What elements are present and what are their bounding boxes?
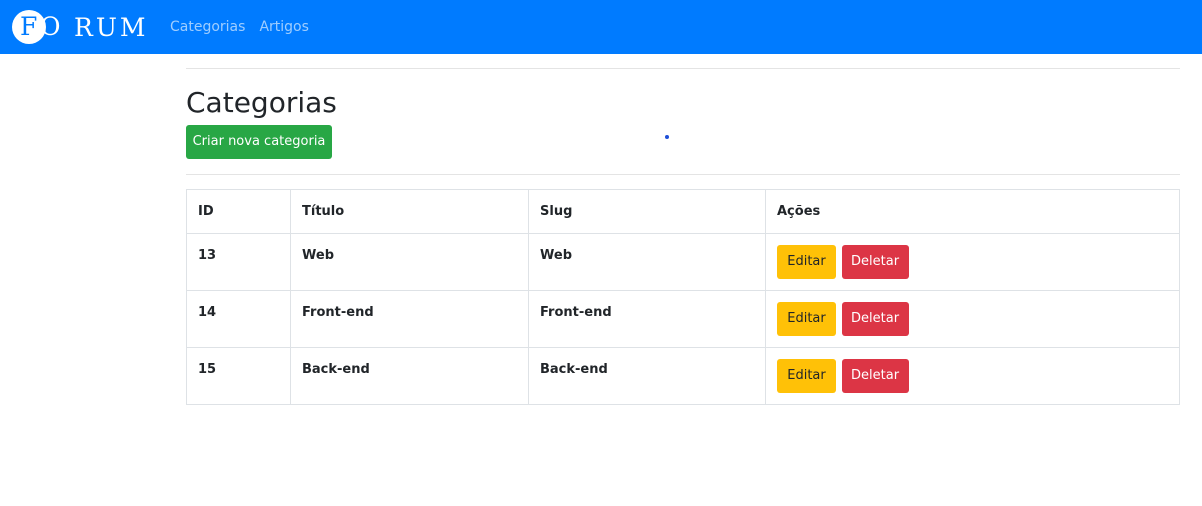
edit-button[interactable]: Editar xyxy=(777,359,836,393)
page-title: Categorias xyxy=(186,86,337,119)
logo-letter-f: F xyxy=(20,12,41,41)
edit-button[interactable]: Editar xyxy=(777,245,836,279)
nav-link-artigos[interactable]: Artigos xyxy=(259,17,308,37)
cell-actions: Editar Deletar xyxy=(765,290,1180,348)
section-divider xyxy=(186,174,1180,175)
nav-link-categorias[interactable]: Categorias xyxy=(170,17,245,37)
cell-actions: Editar Deletar xyxy=(765,233,1180,291)
nav-links: Categorias Artigos xyxy=(170,17,323,37)
header-title: Título xyxy=(290,189,529,234)
header-slug: Slug xyxy=(528,189,766,234)
table-header-row: ID Título Slug Ações xyxy=(186,189,1180,234)
table-row: 15 Back-end Back-end Editar Deletar xyxy=(186,347,1180,405)
logo-letter-o: O xyxy=(40,12,64,41)
cell-title: Front-end xyxy=(290,290,529,348)
table-row: 14 Front-end Front-end Editar Deletar xyxy=(186,290,1180,348)
forum-logo-mark: F O xyxy=(12,10,74,44)
top-divider xyxy=(186,68,1180,69)
cell-slug: Web xyxy=(528,233,766,291)
cell-id: 15 xyxy=(186,347,291,405)
cell-id: 14 xyxy=(186,290,291,348)
header-id: ID xyxy=(186,189,291,234)
cell-title: Back-end xyxy=(290,347,529,405)
cell-actions: Editar Deletar xyxy=(765,347,1180,405)
delete-button[interactable]: Deletar xyxy=(841,245,909,279)
brand-text: RUM xyxy=(74,12,149,42)
loading-dot xyxy=(665,135,669,139)
edit-button[interactable]: Editar xyxy=(777,302,836,336)
header-actions: Ações xyxy=(765,189,1180,234)
create-category-button[interactable]: Criar nova categoria xyxy=(186,125,332,159)
categories-table: ID Título Slug Ações 13 Web Web Editar D… xyxy=(186,189,1180,405)
delete-button[interactable]: Deletar xyxy=(841,302,909,336)
cell-title: Web xyxy=(290,233,529,291)
cell-slug: Front-end xyxy=(528,290,766,348)
cell-id: 13 xyxy=(186,233,291,291)
cell-slug: Back-end xyxy=(528,347,766,405)
navbar: F O RUM Categorias Artigos xyxy=(0,0,1202,54)
delete-button[interactable]: Deletar xyxy=(841,359,909,393)
table-row: 13 Web Web Editar Deletar xyxy=(186,233,1180,291)
brand-logo[interactable]: F O RUM xyxy=(12,8,149,46)
